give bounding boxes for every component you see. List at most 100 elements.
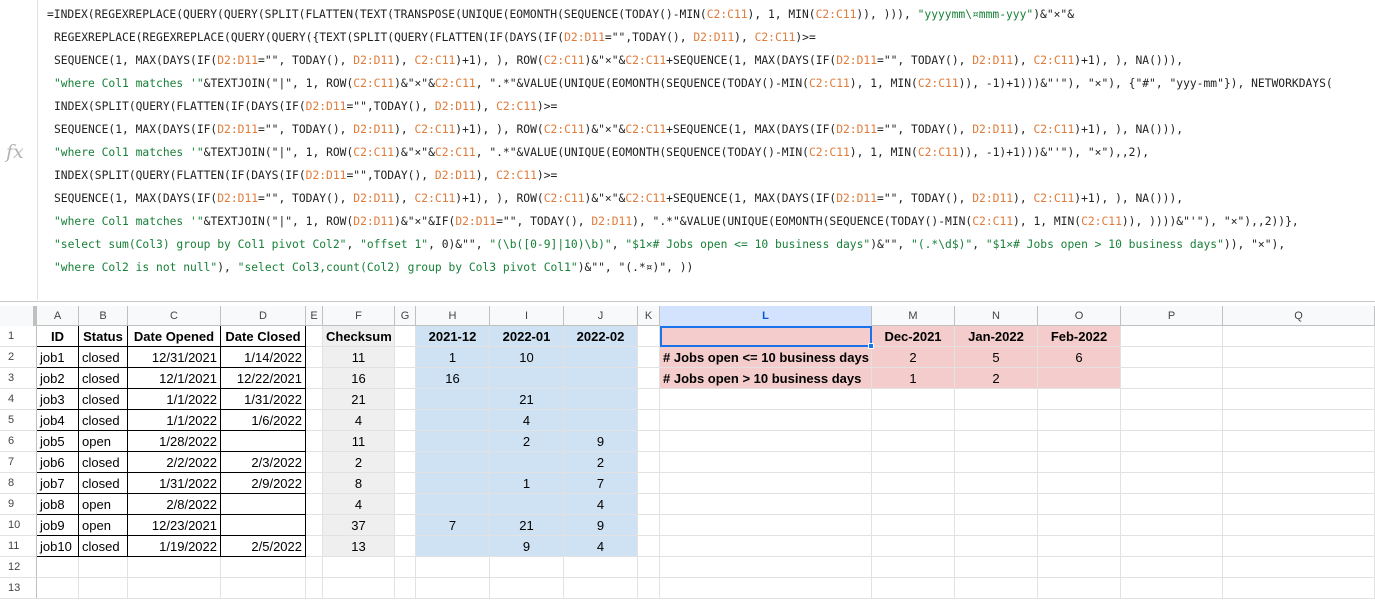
grid-cell[interactable]	[955, 389, 1038, 410]
table-header[interactable]: ID	[37, 326, 79, 347]
grid-cell[interactable]	[638, 452, 660, 473]
row-header-3[interactable]: 3	[0, 368, 37, 389]
month-cell[interactable]	[416, 389, 490, 410]
grid-cell[interactable]	[872, 578, 955, 599]
summary-cell[interactable]: 6	[1038, 347, 1121, 368]
grid-cell[interactable]	[1223, 347, 1375, 368]
grid-cell[interactable]	[1223, 452, 1375, 473]
column-header-k[interactable]: K	[638, 306, 660, 326]
grid-cell[interactable]	[306, 515, 323, 536]
grid-cell[interactable]	[1223, 368, 1375, 389]
grid-cell[interactable]	[660, 578, 872, 599]
month-cell[interactable]: 21	[490, 515, 564, 536]
month-cell[interactable]: 9	[564, 431, 638, 452]
row-header-4[interactable]: 4	[0, 389, 37, 410]
grid-cell[interactable]	[872, 515, 955, 536]
checksum-header[interactable]: Checksum	[323, 326, 395, 347]
checksum-cell[interactable]: 37	[323, 515, 395, 536]
column-header-q[interactable]: Q	[1223, 306, 1375, 326]
month-cell[interactable]: 7	[564, 473, 638, 494]
summary-cell[interactable]: 1	[872, 368, 955, 389]
table-cell[interactable]: job2	[37, 368, 79, 389]
table-cell[interactable]: job9	[37, 515, 79, 536]
table-cell[interactable]: 1/6/2022	[221, 410, 306, 431]
grid-cell[interactable]	[1223, 389, 1375, 410]
summary-cell[interactable]: 2	[955, 368, 1038, 389]
grid-cell[interactable]	[1121, 578, 1223, 599]
grid-cell[interactable]	[955, 431, 1038, 452]
grid-cell[interactable]	[306, 557, 323, 578]
grid-cell[interactable]	[955, 536, 1038, 557]
grid-cell[interactable]	[306, 494, 323, 515]
grid-cell[interactable]	[1121, 347, 1223, 368]
grid-cell[interactable]	[638, 494, 660, 515]
table-cell[interactable]: 2/5/2022	[221, 536, 306, 557]
table-cell[interactable]: 1/1/2022	[128, 410, 221, 431]
grid-cell[interactable]	[638, 410, 660, 431]
grid-cell[interactable]	[395, 410, 416, 431]
table-cell[interactable]: job7	[37, 473, 79, 494]
month-cell[interactable]: 21	[490, 389, 564, 410]
row-header-2[interactable]: 2	[0, 347, 37, 368]
grid-cell[interactable]	[1121, 494, 1223, 515]
checksum-cell[interactable]: 16	[323, 368, 395, 389]
grid-cell[interactable]	[660, 452, 872, 473]
table-cell[interactable]: closed	[79, 536, 128, 557]
grid-cell[interactable]	[1223, 515, 1375, 536]
checksum-cell[interactable]: 11	[323, 347, 395, 368]
table-cell[interactable]: open	[79, 515, 128, 536]
table-cell[interactable]: closed	[79, 389, 128, 410]
table-cell[interactable]: job6	[37, 452, 79, 473]
grid-cell[interactable]	[395, 431, 416, 452]
checksum-cell[interactable]: 13	[323, 536, 395, 557]
month-header[interactable]: 2021-12	[416, 326, 490, 347]
grid-cell[interactable]	[872, 452, 955, 473]
summary-row-label[interactable]: # Jobs open <= 10 business days	[660, 347, 872, 368]
month-header[interactable]: 2022-01	[490, 326, 564, 347]
grid-cell[interactable]	[395, 368, 416, 389]
grid-cell[interactable]	[79, 557, 128, 578]
row-header-13[interactable]: 13	[0, 578, 37, 599]
checksum-cell[interactable]: 2	[323, 452, 395, 473]
month-cell[interactable]	[490, 452, 564, 473]
grid-cell[interactable]	[306, 473, 323, 494]
grid-cell[interactable]	[638, 368, 660, 389]
table-cell[interactable]: 1/31/2022	[128, 473, 221, 494]
grid-cell[interactable]	[306, 347, 323, 368]
grid-cell[interactable]	[1223, 410, 1375, 431]
month-cell[interactable]	[416, 536, 490, 557]
grid-cell[interactable]	[1038, 431, 1121, 452]
grid-cell[interactable]	[490, 578, 564, 599]
column-header-j[interactable]: J	[564, 306, 638, 326]
month-cell[interactable]: 1	[416, 347, 490, 368]
table-cell[interactable]: 2/2/2022	[128, 452, 221, 473]
grid-cell[interactable]	[1223, 557, 1375, 578]
grid-cell[interactable]	[1038, 452, 1121, 473]
month-cell[interactable]: 9	[490, 536, 564, 557]
month-cell[interactable]: 4	[564, 494, 638, 515]
grid-cell[interactable]	[1121, 410, 1223, 431]
month-cell[interactable]	[416, 431, 490, 452]
grid-cell[interactable]	[128, 578, 221, 599]
month-cell[interactable]	[564, 368, 638, 389]
table-cell[interactable]: 1/19/2022	[128, 536, 221, 557]
grid-cell[interactable]	[395, 326, 416, 347]
formula-bar[interactable]: fx =INDEX(REGEXREPLACE(QUERY(QUERY(SPLIT…	[0, 0, 1375, 302]
grid-cell[interactable]	[1038, 410, 1121, 431]
month-cell[interactable]: 16	[416, 368, 490, 389]
grid-cell[interactable]	[395, 389, 416, 410]
grid-cell[interactable]	[955, 452, 1038, 473]
table-cell[interactable]: 12/23/2021	[128, 515, 221, 536]
selected-cell-l1[interactable]	[660, 326, 872, 347]
checksum-cell[interactable]: 11	[323, 431, 395, 452]
table-cell[interactable]: 1/31/2022	[221, 389, 306, 410]
grid-cell[interactable]	[638, 557, 660, 578]
column-header-d[interactable]: D	[221, 306, 306, 326]
grid-cell[interactable]	[955, 473, 1038, 494]
month-cell[interactable]: 10	[490, 347, 564, 368]
month-cell[interactable]: 9	[564, 515, 638, 536]
grid-cell[interactable]	[660, 557, 872, 578]
grid-cell[interactable]	[128, 557, 221, 578]
grid-cell[interactable]	[221, 578, 306, 599]
grid-cell[interactable]	[37, 557, 79, 578]
